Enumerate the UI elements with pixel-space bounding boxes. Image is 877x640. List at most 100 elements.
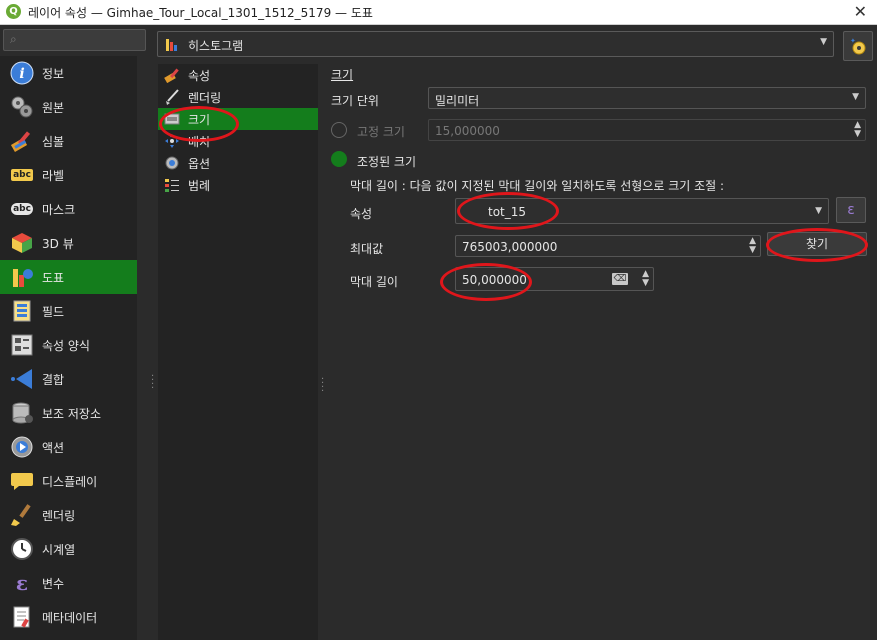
- sidebar-item-label: 시계열: [42, 542, 76, 557]
- sidebar-item-joins[interactable]: 결합: [0, 362, 137, 396]
- sidebar-item-attributes-form[interactable]: 속성 양식: [0, 328, 137, 362]
- max-value-label: 최대값: [350, 242, 384, 256]
- bar-length-value: 50,000000: [462, 273, 527, 287]
- scaled-size-label: 조정된 크기: [357, 155, 417, 169]
- tree-item-legend[interactable]: 범례: [158, 174, 318, 196]
- sidebar-item-label: 렌더링: [42, 508, 76, 523]
- sidebar-item-metadata[interactable]: 메타데이터: [0, 600, 137, 634]
- fields-icon: [10, 299, 34, 323]
- scaled-size-radio[interactable]: [331, 151, 347, 167]
- attribute-value: tot_15: [488, 205, 527, 219]
- max-value: 765003,000000: [462, 240, 558, 254]
- size-section-title: 크기: [331, 68, 354, 82]
- fixed-size-radio[interactable]: [331, 122, 347, 138]
- sidebar-item-label: 필드: [42, 304, 65, 319]
- attributes-form-icon: [10, 333, 34, 357]
- window-title: 레이어 속성 — Gimhae_Tour_Local_1301_1512_517…: [28, 6, 373, 20]
- histogram-icon: [166, 39, 177, 51]
- sidebar-item-label: 변수: [42, 576, 65, 591]
- tree-item-options[interactable]: 옵션: [158, 152, 318, 174]
- svg-text:✦: ✦: [850, 37, 856, 45]
- tree-item-label: 크기: [188, 112, 211, 127]
- attribute-label: 속성: [350, 207, 373, 221]
- sidebar-item-label: 속성 양식: [42, 338, 90, 353]
- sidebar-splitter-handle[interactable]: · · · ·: [151, 372, 154, 394]
- metadata-icon: [10, 605, 34, 629]
- diagram-settings-tree: 속성 렌더링 크기 배치 옵션 범례: [158, 64, 318, 640]
- sidebar-search-input[interactable]: ⌕: [3, 29, 146, 51]
- tree-item-label: 속성: [188, 68, 211, 83]
- sidebar-item-label: 도표: [42, 270, 65, 285]
- sidebar-item-auxiliary-storage[interactable]: 보조 저장소: [0, 396, 137, 430]
- spinbox-arrows-icon: ▲ ▼: [749, 236, 756, 255]
- sidebar-item-rendering[interactable]: 렌더링: [0, 498, 137, 532]
- sidebar-item-info[interactable]: i 정보: [0, 56, 137, 90]
- sidebar-item-label: 정보: [42, 66, 65, 81]
- close-icon[interactable]: ✕: [854, 2, 867, 21]
- sidebar-item-actions[interactable]: 액션: [0, 430, 137, 464]
- symbology-icon: [10, 129, 34, 153]
- tree-item-label: 범례: [188, 178, 211, 193]
- max-value-input[interactable]: 765003,000000 ▲ ▼: [455, 235, 761, 257]
- sidebar-item-label: 메타데이터: [42, 610, 98, 625]
- sidebar-item-labels[interactable]: abc 라벨: [0, 158, 137, 192]
- tree-item-rendering[interactable]: 렌더링: [158, 86, 318, 108]
- chevron-down-icon: ▼: [820, 37, 827, 47]
- tree-item-attributes[interactable]: 속성: [158, 64, 318, 86]
- spinbox-arrows-icon: ▲ ▼: [854, 120, 861, 139]
- find-max-button[interactable]: 찾기: [767, 232, 867, 256]
- tree-splitter-handle[interactable]: · · · ·: [321, 375, 324, 397]
- labels-icon: abc: [11, 169, 33, 181]
- diagram-settings-button[interactable]: ✦: [843, 31, 873, 61]
- sidebar-item-fields[interactable]: 필드: [0, 294, 137, 328]
- sidebar-item-label: 라벨: [42, 168, 65, 183]
- bar-length-label: 막대 길이: [350, 275, 398, 289]
- sidebar-item-label: 3D 뷰: [42, 236, 74, 251]
- display-icon: [10, 469, 34, 493]
- variables-icon: ε: [15, 571, 29, 595]
- sidebar-item-label: 결합: [42, 372, 65, 387]
- temporal-icon: [10, 537, 34, 561]
- search-icon: ⌕: [10, 32, 17, 46]
- size-unit-label: 크기 단위: [331, 94, 379, 108]
- attributes-icon: [164, 67, 180, 83]
- chevron-down-icon: ▼: [815, 206, 822, 216]
- gear-icon: ✦: [850, 37, 866, 55]
- 3d-view-icon: [10, 231, 34, 255]
- auxiliary-storage-icon: [10, 401, 34, 425]
- expression-button[interactable]: ε: [836, 197, 866, 223]
- attribute-combo[interactable]: tot_15 ▼: [455, 198, 829, 224]
- sidebar-item-label: 액션: [42, 440, 65, 455]
- diagram-type-combo[interactable]: 히스토그램 ▼: [157, 31, 834, 57]
- expression-icon: ε: [847, 202, 855, 218]
- tree-item-size[interactable]: 크기: [158, 108, 318, 130]
- qgis-logo-icon: Q: [6, 4, 21, 19]
- size-unit-combo[interactable]: 밀리미터 ▼: [428, 87, 866, 109]
- sidebar-item-3d-view[interactable]: 3D 뷰: [0, 226, 137, 260]
- joins-icon: [10, 367, 34, 391]
- tree-item-placement[interactable]: 배치: [158, 130, 318, 152]
- tree-item-label: 배치: [188, 134, 211, 149]
- tree-item-label: 렌더링: [188, 90, 222, 105]
- fixed-size-label: 고정 크기: [357, 125, 405, 139]
- mask-icon: abc: [11, 203, 33, 215]
- sidebar-item-label: 원본: [42, 100, 65, 115]
- sidebar-item-temporal[interactable]: 시계열: [0, 532, 137, 566]
- fixed-size-input[interactable]: 15,000000 ▲ ▼: [428, 119, 866, 141]
- sidebar-item-mask[interactable]: abc 마스크: [0, 192, 137, 226]
- sidebar-item-display[interactable]: 디스플레이: [0, 464, 137, 498]
- clear-input-icon[interactable]: ⌫: [612, 273, 628, 285]
- brush-icon: [164, 89, 180, 105]
- sidebar-item-variables[interactable]: ε 변수: [0, 566, 137, 600]
- sidebar-item-source[interactable]: 원본: [0, 90, 137, 124]
- size-unit-value: 밀리미터: [435, 94, 480, 108]
- sidebar-item-symbology[interactable]: 심볼: [0, 124, 137, 158]
- sidebar-item-diagram[interactable]: 도표: [0, 260, 137, 294]
- options-gear-icon: [164, 155, 180, 171]
- sidebar: i 정보 원본 심볼 abc 라벨 abc 마스크 3D 뷰 도표 필드 속성 …: [0, 56, 137, 640]
- legend-icon: [164, 177, 180, 193]
- window-titlebar: Q 레이어 속성 — Gimhae_Tour_Local_1301_1512_5…: [0, 0, 877, 25]
- fixed-size-value: 15,000000: [435, 124, 500, 138]
- info-icon: i: [10, 61, 34, 85]
- sidebar-item-label: 심볼: [42, 134, 65, 149]
